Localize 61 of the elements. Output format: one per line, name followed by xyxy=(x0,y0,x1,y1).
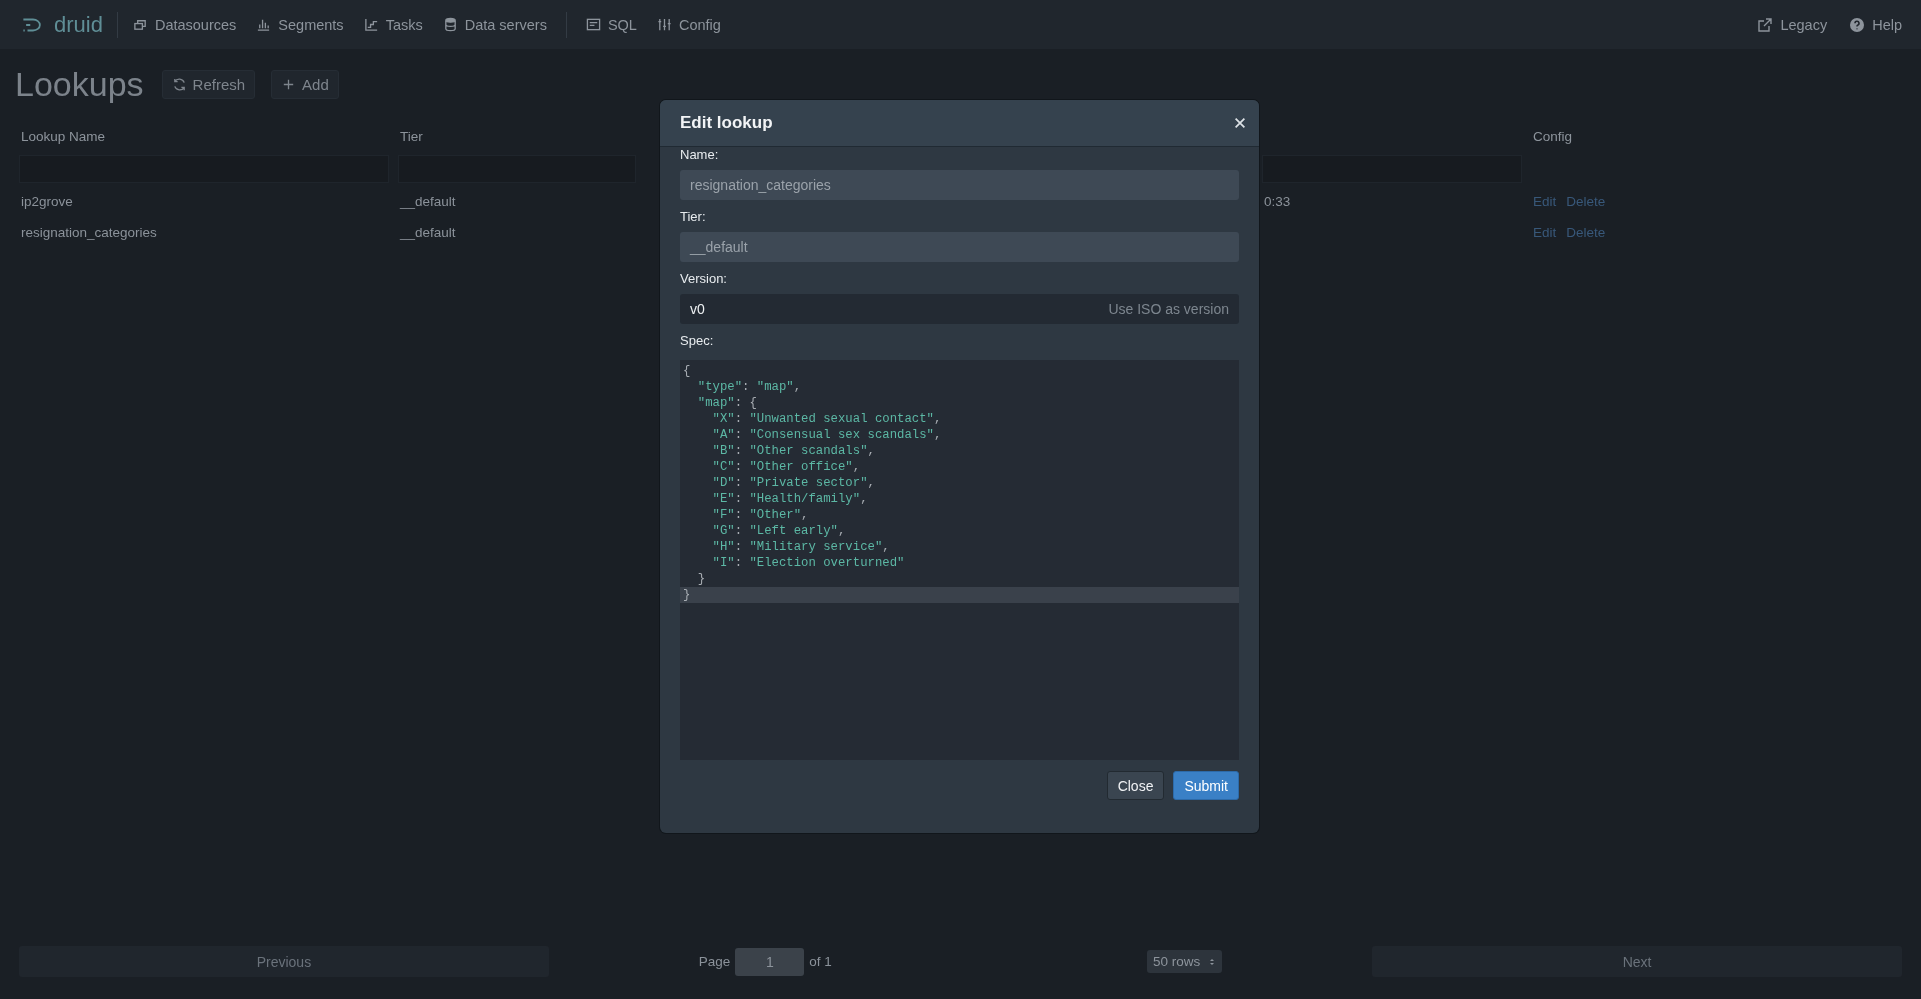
field-label: Spec: xyxy=(680,333,715,348)
rows-select[interactable]: 50 rows xyxy=(1146,950,1223,973)
code-line: "E": "Health/family", xyxy=(711,491,869,507)
field-label: Name: xyxy=(680,147,720,162)
action-link[interactable]: Delete xyxy=(1566,225,1606,242)
code-line: "G": "Left early", xyxy=(711,523,847,539)
column-header[interactable]: Tier xyxy=(398,129,645,155)
action-link[interactable]: Edit xyxy=(1533,194,1557,211)
page-field[interactable]: 1 xyxy=(735,947,805,976)
submit-button[interactable]: Submit xyxy=(1173,771,1239,800)
column-header[interactable]: Lookup Name xyxy=(19,129,398,155)
nav-item[interactable]: Config xyxy=(647,10,730,39)
code-line: "type": "map", xyxy=(696,379,803,395)
code-line: "B": "Other scandals", xyxy=(711,443,876,459)
close-button[interactable]: Close xyxy=(1106,771,1165,800)
code-line: "C": "Other office", xyxy=(711,459,862,475)
code-line: { xyxy=(682,363,692,379)
refresh-icon xyxy=(171,76,187,92)
console-icon xyxy=(585,17,601,32)
field-label: Version: xyxy=(680,271,728,286)
nav-item[interactable]: Data servers xyxy=(433,10,556,39)
step-chart-icon xyxy=(363,17,379,32)
toolbar-button[interactable]: Add xyxy=(271,69,339,99)
page-count: of 1 xyxy=(809,954,832,969)
code-line: "A": "Consensual sex scandals", xyxy=(711,427,943,443)
table-cell-text: 0:33 xyxy=(1263,193,1292,211)
iso-version-button[interactable]: Use ISO as version xyxy=(1108,301,1229,317)
code-line: "F": "Other", xyxy=(711,507,810,523)
input-field[interactable]: v0 Use ISO as version xyxy=(680,294,1239,324)
sliders-icon xyxy=(656,17,672,32)
table-cell-text: __default xyxy=(398,193,457,211)
code-line: "X": "Unwanted sexual contact", xyxy=(711,411,943,427)
nav-item[interactable]: Segments xyxy=(247,10,353,39)
code-line: "I": "Election overturned" xyxy=(711,555,906,571)
code-line: "H": "Military service", xyxy=(711,539,891,555)
external-link-icon xyxy=(1757,16,1774,33)
nav-item[interactable]: Datasources xyxy=(123,10,246,39)
code-line: "D": "Private sector", xyxy=(711,475,876,491)
nav-item[interactable]: Tasks xyxy=(354,10,432,39)
database-icon xyxy=(442,17,458,32)
page-label: Page xyxy=(698,954,731,969)
action-link[interactable]: Edit xyxy=(1533,225,1557,242)
stack-icon xyxy=(132,17,148,32)
nav-item[interactable]: Legacy xyxy=(1748,10,1837,39)
logo-text: druid xyxy=(54,11,103,38)
close-icon[interactable] xyxy=(1233,116,1247,130)
help-icon xyxy=(1849,16,1866,33)
field-label: Tier: xyxy=(680,209,707,224)
bar-chart-icon xyxy=(256,17,272,32)
nav-item[interactable]: SQL xyxy=(576,10,646,39)
nav-item[interactable]: Help xyxy=(1840,10,1911,39)
table-cell-text: ip2grove xyxy=(20,193,74,211)
toolbar-button[interactable]: Refresh xyxy=(161,69,256,99)
page-title: Lookups xyxy=(15,64,144,104)
action-link[interactable]: Delete xyxy=(1566,194,1606,211)
code-line: "map": { xyxy=(696,395,758,411)
table-cell-text: resignation_categories xyxy=(20,224,158,242)
column-header[interactable]: Config xyxy=(1531,129,1891,155)
dialog-title: Edit lookup xyxy=(680,113,773,133)
table-cell-text: __default xyxy=(398,224,457,242)
code-line: } xyxy=(696,571,707,587)
